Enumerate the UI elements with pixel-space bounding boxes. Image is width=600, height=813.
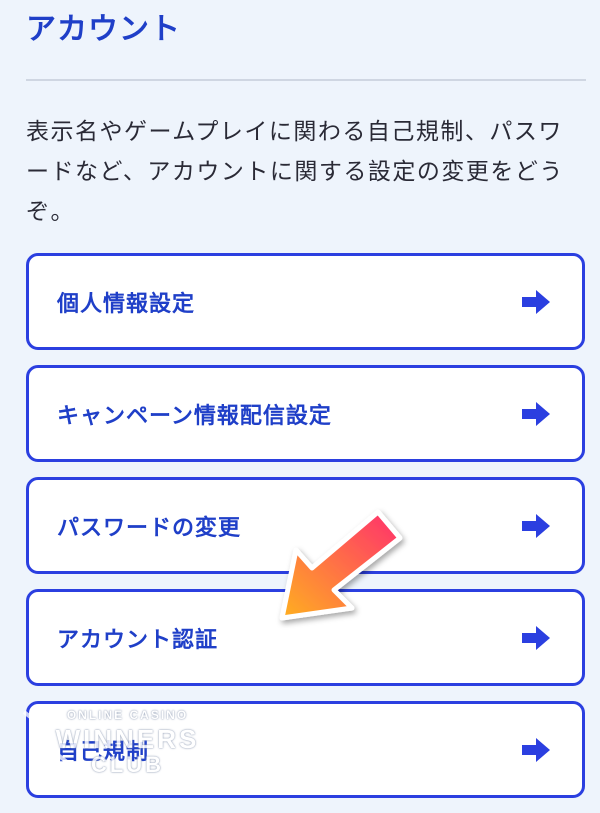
menu-item-change-password[interactable]: パスワードの変更 bbox=[26, 477, 585, 574]
menu-item-personal-info[interactable]: 個人情報設定 bbox=[26, 253, 585, 350]
menu-item-label: アカウント認証 bbox=[57, 627, 219, 653]
arrow-right-icon bbox=[522, 737, 550, 762]
menu-item-campaign-info[interactable]: キャンペーン情報配信設定 bbox=[26, 365, 585, 462]
arrow-right-icon bbox=[522, 513, 550, 538]
menu-item-account-verification[interactable]: アカウント認証 bbox=[26, 589, 585, 686]
menu-item-label: 個人情報設定 bbox=[57, 291, 196, 317]
account-description: 表示名やゲームプレイに関わる自己規制、パスワードなど、アカウントに関する設定の変… bbox=[26, 119, 564, 225]
menu-item-label: 自己規制 bbox=[57, 739, 150, 765]
arrow-right-icon bbox=[522, 625, 550, 650]
menu-item-self-restriction[interactable]: 自己規制 bbox=[26, 701, 585, 798]
arrow-right-icon bbox=[522, 289, 550, 314]
divider bbox=[26, 79, 586, 81]
account-menu: 個人情報設定 キャンペーン情報配信設定 パスワードの変更 アカウント認証 自己規… bbox=[26, 253, 585, 813]
menu-item-label: キャンペーン情報配信設定 bbox=[57, 403, 332, 429]
arrow-right-icon bbox=[522, 401, 550, 426]
menu-item-label: パスワードの変更 bbox=[57, 515, 242, 541]
page-title: アカウント bbox=[26, 12, 181, 47]
